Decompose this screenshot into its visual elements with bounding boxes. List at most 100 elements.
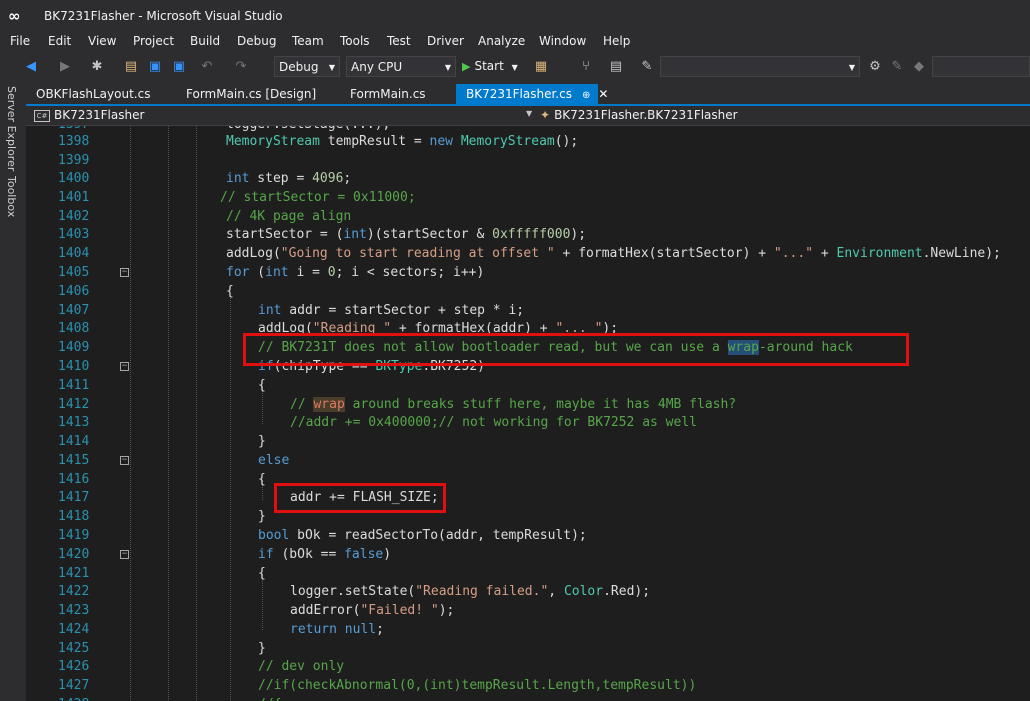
line-number: 1417 (58, 490, 90, 505)
line-number: 1415 (58, 453, 90, 468)
undo-icon[interactable]: ↶ (198, 58, 216, 76)
menu-driver[interactable]: Driver (427, 34, 464, 48)
play-icon: ▶ (462, 60, 471, 73)
code-text: { (226, 284, 234, 299)
collapse-icon[interactable]: − (120, 362, 129, 371)
highlight-box-comment (243, 333, 909, 366)
code-text: logger.setState("Reading failed.", Color… (290, 584, 651, 599)
window-title: BK7231Flasher - Microsoft Visual Studio (44, 9, 283, 23)
code-line: 1418} (34, 508, 1030, 527)
code-comment: //addr += 0x400000;// not working for BK… (290, 415, 697, 430)
line-number: 1410 (58, 359, 90, 374)
tab-obkflashlayout[interactable]: OBKFlashLayout.cs (26, 84, 176, 104)
code-text: startSector = (int)(startSector & 0xffff… (226, 227, 587, 242)
line-number: 1421 (58, 566, 90, 581)
line-number: 1423 (58, 603, 90, 618)
code-text: for (int i = 0; i < sectors; i++) (226, 265, 485, 280)
server-explorer-tab[interactable]: Server Explorer (5, 86, 18, 171)
line-number: 1404 (58, 246, 90, 261)
line-number: 1426 (58, 659, 90, 674)
code-comment: // dev only (258, 659, 345, 674)
menu-edit[interactable]: Edit (48, 34, 71, 48)
code-line: 1404 addLog("Going to start reading at of… (34, 245, 1030, 264)
menu-build[interactable]: Build (190, 34, 220, 48)
settings-icon[interactable]: ⚙ (866, 58, 884, 76)
tab-label: BK7231Flasher.cs (466, 87, 572, 101)
line-number: 1419 (58, 528, 90, 543)
line-number: 1425 (58, 641, 90, 656)
tag-icon[interactable]: ◆ (910, 58, 928, 76)
code-line: 1426 // dev only (34, 658, 1030, 677)
menu-project[interactable]: Project (133, 34, 174, 48)
tab-label: FormMain.cs [Design] (186, 87, 317, 101)
menu-view[interactable]: View (88, 34, 116, 48)
class-icon: ✦ (540, 108, 551, 122)
menu-window[interactable]: Window (539, 34, 586, 48)
code-text: else (258, 453, 290, 468)
line-number: 1424 (58, 622, 90, 637)
line-number: 1413 (58, 415, 90, 430)
redo-icon[interactable]: ↷ (232, 58, 250, 76)
csharp-icon: C# (34, 109, 50, 122)
code-comment: // wrap around breaks stuff here, maybe … (290, 397, 737, 412)
code-line: 1425} (34, 640, 1030, 659)
menu-test[interactable]: Test (387, 34, 411, 48)
new-project-icon[interactable]: ✱ (88, 58, 106, 76)
line-number: 1406 (58, 284, 90, 299)
code-line: 1420 − if (bOk == false) (34, 546, 1030, 565)
find-in-files-icon[interactable]: ✎ (638, 58, 656, 76)
project-dropdown[interactable]: C# BK7231Flasher (34, 107, 144, 124)
code-comment: //{ (258, 696, 281, 701)
solution-platform-select[interactable]: Any CPU ▼ (346, 56, 456, 77)
toolbar: ◀ ▶ ✱ ▤ ▣ ▣ ↶ ↷ Debug ▼ Any CPU ▼ ▶ Start ▼… (0, 52, 1030, 84)
menu-team[interactable]: Team (292, 34, 324, 48)
solution-configuration-select[interactable]: Debug ▼ (274, 56, 340, 77)
tab-formmain[interactable]: FormMain.cs (340, 84, 456, 104)
member-dropdown[interactable]: ✦ BK7231Flasher.BK7231Flasher (540, 107, 738, 124)
menu-analyze[interactable]: Analyze (478, 34, 525, 48)
forward-icon[interactable]: ▶ (56, 58, 74, 76)
menu-file[interactable]: File (10, 34, 30, 48)
edit-icon[interactable]: ✎ (888, 58, 906, 76)
close-icon[interactable]: ✕ (598, 87, 608, 101)
code-line: 1413 //addr += 0x400000;// not working fo… (34, 414, 1030, 433)
tab-bk7231flasher[interactable]: BK7231Flasher.cs ⊕ ✕ (456, 84, 608, 104)
menu-tools[interactable]: Tools (340, 34, 370, 48)
open-folder-icon[interactable]: ▤ (122, 58, 140, 76)
menu-debug[interactable]: Debug (237, 34, 276, 48)
collapse-icon[interactable]: − (120, 456, 129, 465)
line-number: 1411 (58, 378, 90, 393)
code-comment: //if(checkAbnormal(0,(int)tempResult.Len… (258, 678, 697, 693)
navigation-bar: C# BK7231Flasher ▼ ✦ BK7231Flasher.BK7231F… (26, 106, 1030, 126)
collapse-icon[interactable]: − (120, 550, 129, 559)
search-box[interactable] (932, 56, 1030, 77)
menu-help[interactable]: Help (603, 34, 630, 48)
save-all-icon[interactable]: ▣ (170, 58, 188, 76)
code-line: 1399 (34, 152, 1030, 171)
code-line: 1406 { (34, 283, 1030, 302)
chevron-down-icon: ▼ (444, 63, 451, 72)
pin-icon[interactable]: ⊕ (582, 90, 590, 101)
back-icon[interactable]: ◀ (22, 58, 40, 76)
git-branch-icon[interactable]: ⑂ (577, 58, 595, 76)
code-text: addError("Failed! "); (290, 603, 455, 618)
code-text: } (258, 509, 266, 524)
line-number: 1420 (58, 547, 90, 562)
toolbox-tab[interactable]: Toolbox (5, 176, 18, 217)
find-combo[interactable]: ▼ (660, 56, 860, 77)
browser-link-icon[interactable]: ▦ (532, 58, 550, 76)
collapse-icon[interactable]: − (120, 268, 129, 277)
chevron-down-icon[interactable]: ▼ (526, 109, 532, 118)
code-line: 1422 logger.setState("Reading failed.", C… (34, 583, 1030, 602)
code-text: { (258, 378, 266, 393)
code-text: if (bOk == false) (258, 547, 392, 562)
code-editor[interactable]: 1397logger.setStage(...); 1398MemoryStre… (34, 126, 1030, 701)
line-number: 1398 (58, 134, 90, 149)
tab-formmain-design[interactable]: FormMain.cs [Design] (176, 84, 340, 104)
code-line: 1398 MemoryStream tempResult = new Memory… (34, 133, 1030, 152)
breakpoint-window-icon[interactable]: ▤ (607, 58, 625, 76)
code-text: bool bOk = readSectorTo(addr, tempResult… (258, 528, 587, 543)
line-number: 1427 (58, 678, 90, 693)
start-debugging-button[interactable]: ▶ Start ▼ (462, 56, 524, 77)
save-icon[interactable]: ▣ (146, 58, 164, 76)
